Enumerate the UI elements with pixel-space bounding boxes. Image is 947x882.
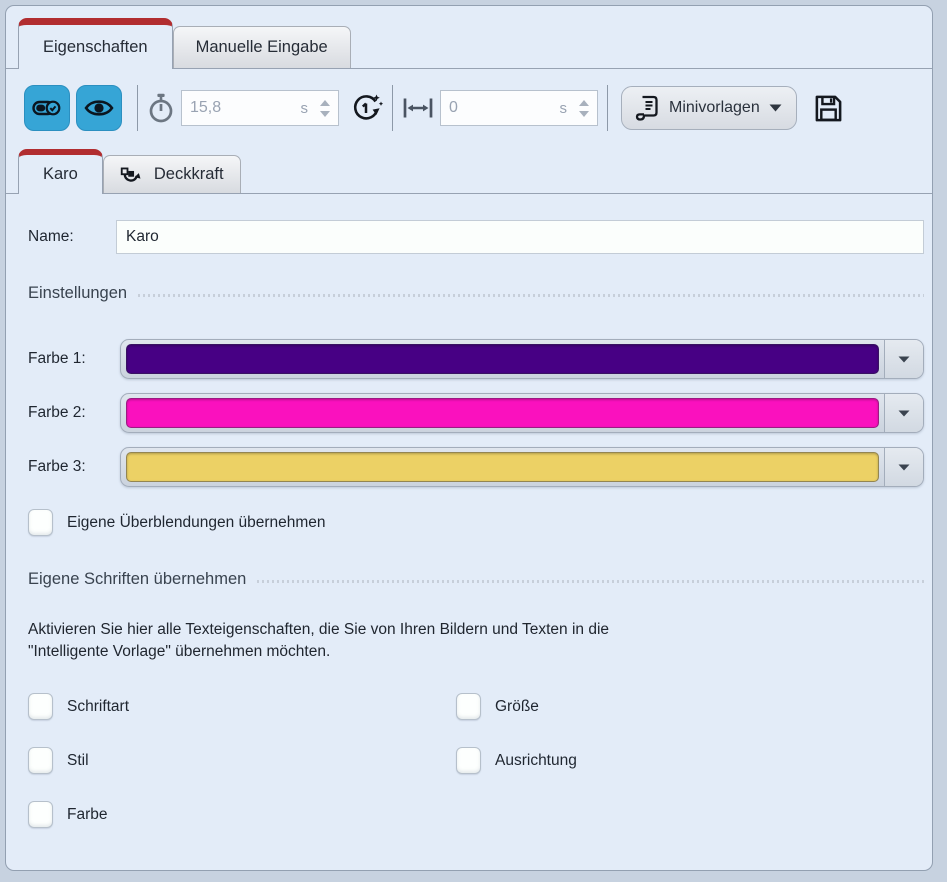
settings-header-label: Einstellungen bbox=[28, 284, 127, 303]
eye-icon bbox=[84, 98, 114, 118]
color-3-label: Farbe 3: bbox=[28, 458, 120, 476]
smart-duration-icon bbox=[349, 91, 383, 125]
minivorlagen-label: Minivorlagen bbox=[669, 99, 760, 117]
save-button[interactable] bbox=[813, 93, 844, 124]
spacing-value: 0 bbox=[441, 99, 560, 117]
chevron-down-icon bbox=[898, 356, 910, 363]
tab-deckkraft-label: Deckkraft bbox=[154, 165, 224, 184]
floppy-disk-icon bbox=[813, 93, 844, 124]
color-2-swatch bbox=[126, 398, 879, 428]
ausrichtung-label: Ausrichtung bbox=[495, 752, 577, 770]
stil-checkbox[interactable] bbox=[28, 747, 53, 774]
name-row: Name: bbox=[28, 220, 924, 254]
color-1-swatch bbox=[126, 344, 879, 374]
name-label: Name: bbox=[28, 228, 116, 246]
blend-checkbox[interactable] bbox=[28, 509, 53, 536]
stopwatch-icon bbox=[147, 93, 175, 123]
color-3-picker[interactable] bbox=[120, 447, 924, 487]
font-options-grid: Schriftart Größe Stil Ausrichtung Farbe bbox=[28, 693, 924, 828]
tab-eigenschaften-label: Eigenschaften bbox=[43, 38, 148, 57]
color-1-label: Farbe 1: bbox=[28, 350, 120, 368]
toolbar-separator bbox=[137, 85, 138, 131]
fonts-description: Aktivieren Sie hier alle Texteigenschaft… bbox=[28, 619, 924, 663]
blend-checkbox-row: Eigene Überblendungen übernehmen bbox=[28, 509, 924, 536]
groesse-label: Größe bbox=[495, 698, 539, 716]
toggle-check-icon bbox=[32, 98, 62, 118]
color-row-3: Farbe 3: bbox=[28, 447, 924, 487]
spacing-spinner[interactable] bbox=[575, 100, 597, 117]
duration-spinner[interactable] bbox=[316, 100, 338, 117]
settings-section-header: Einstellungen bbox=[28, 284, 924, 303]
spinner-down-icon[interactable] bbox=[320, 111, 330, 117]
apply-toggle-button[interactable] bbox=[24, 85, 70, 131]
main-tab-strip: Eigenschaften Manuelle Eingabe bbox=[6, 18, 932, 69]
name-input[interactable] bbox=[116, 220, 924, 254]
blend-checkbox-label: Eigene Überblendungen übernehmen bbox=[67, 514, 326, 532]
dotted-divider bbox=[257, 580, 924, 583]
tab-eigenschaften[interactable]: Eigenschaften bbox=[18, 18, 173, 69]
smart-duration-button[interactable] bbox=[349, 91, 383, 125]
opacity-curve-icon bbox=[120, 164, 145, 186]
color-1-picker[interactable] bbox=[120, 339, 924, 379]
duration-unit: s bbox=[301, 100, 317, 117]
fonts-description-line1: Aktivieren Sie hier alle Texteigenschaft… bbox=[28, 619, 924, 641]
duration-input[interactable]: 15,8 s bbox=[181, 90, 339, 126]
color-2-dropdown-button[interactable] bbox=[884, 394, 923, 432]
color-3-dropdown-button[interactable] bbox=[884, 448, 923, 486]
minivorlagen-button[interactable]: Minivorlagen bbox=[621, 86, 797, 130]
tab-karo[interactable]: Karo bbox=[18, 149, 103, 194]
tab-deckkraft[interactable]: Deckkraft bbox=[103, 155, 241, 193]
color-swatch-frame bbox=[121, 448, 884, 486]
color-3-swatch bbox=[126, 452, 879, 482]
chevron-down-icon bbox=[769, 104, 782, 112]
spacing-unit: s bbox=[560, 100, 576, 117]
fonts-header-label: Eigene Schriften übernehmen bbox=[28, 570, 246, 589]
color-2-label: Farbe 2: bbox=[28, 404, 120, 422]
schriftart-checkbox[interactable] bbox=[28, 693, 53, 720]
duration-value: 15,8 bbox=[182, 99, 301, 117]
checkbox-row-farbe: Farbe bbox=[28, 801, 456, 828]
spinner-up-icon[interactable] bbox=[320, 100, 330, 106]
template-scroll-icon bbox=[634, 94, 660, 122]
color-1-dropdown-button[interactable] bbox=[884, 340, 923, 378]
tab-manuelle-eingabe[interactable]: Manuelle Eingabe bbox=[173, 26, 351, 68]
dotted-divider bbox=[138, 294, 924, 297]
content-area: Name: Einstellungen Farbe 1: Farbe 2: bbox=[6, 220, 932, 828]
farbe-checkbox[interactable] bbox=[28, 801, 53, 828]
toolbar-separator bbox=[392, 85, 393, 131]
fonts-description-line2: "Intelligente Vorlage" übernehmen möchte… bbox=[28, 641, 924, 663]
spinner-down-icon[interactable] bbox=[579, 111, 589, 117]
spacing-input[interactable]: 0 s bbox=[440, 90, 598, 126]
farbe-label: Farbe bbox=[67, 806, 108, 824]
schriftart-label: Schriftart bbox=[67, 698, 129, 716]
color-swatch-frame bbox=[121, 340, 884, 378]
color-swatch-frame bbox=[121, 394, 884, 432]
color-row-2: Farbe 2: bbox=[28, 393, 924, 433]
chevron-down-icon bbox=[898, 410, 910, 417]
chevron-down-icon bbox=[898, 464, 910, 471]
toolbar-separator bbox=[607, 85, 608, 131]
tab-manuelle-eingabe-label: Manuelle Eingabe bbox=[196, 38, 328, 57]
sub-tab-strip: Karo Deckkraft bbox=[6, 149, 932, 194]
checkbox-row-stil: Stil bbox=[28, 747, 456, 774]
tab-karo-label: Karo bbox=[43, 165, 78, 184]
spacing-icon bbox=[402, 96, 434, 120]
color-row-1: Farbe 1: bbox=[28, 339, 924, 379]
properties-panel: Eigenschaften Manuelle Eingabe bbox=[5, 5, 933, 871]
ausrichtung-checkbox[interactable] bbox=[456, 747, 481, 774]
checkbox-row-schriftart: Schriftart bbox=[28, 693, 456, 720]
color-2-picker[interactable] bbox=[120, 393, 924, 433]
fonts-section-header: Eigene Schriften übernehmen bbox=[28, 570, 924, 589]
visibility-button[interactable] bbox=[76, 85, 122, 131]
checkbox-row-groesse: Größe bbox=[456, 693, 924, 720]
spinner-up-icon[interactable] bbox=[579, 100, 589, 106]
toolbar: 15,8 s bbox=[6, 69, 932, 139]
checkbox-row-ausrichtung: Ausrichtung bbox=[456, 747, 924, 774]
stil-label: Stil bbox=[67, 752, 89, 770]
groesse-checkbox[interactable] bbox=[456, 693, 481, 720]
